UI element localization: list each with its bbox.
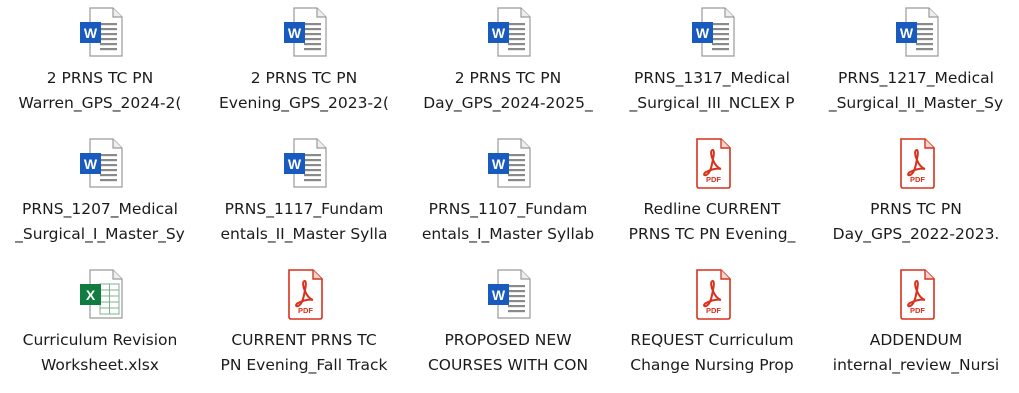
file-name-line-2: PRNS TC PN Evening_ — [628, 225, 796, 243]
svg-text:PDF: PDF — [706, 306, 721, 315]
file-name-line-1: CURRENT PRNS TC — [231, 331, 377, 349]
desktop-file-item[interactable]: W 2 PRNS TC PN Day_GPS_2024-2025_ — [408, 0, 608, 131]
svg-text:X: X — [86, 287, 96, 303]
svg-text:PDF: PDF — [910, 175, 925, 184]
file-name-line-2: Day_GPS_2024-2025_ — [423, 94, 593, 112]
pdf-document-icon: PDF — [894, 268, 940, 320]
file-name-line-2: Evening_GPS_2023-2( — [219, 94, 389, 112]
file-name-label: PRNS_1107_Fundam entals_I_Master Syllab — [408, 197, 608, 247]
file-name-line-1: 2 PRNS TC PN — [46, 69, 154, 87]
file-name-label: REQUEST Curriculum Change Nursing Prop — [612, 328, 812, 378]
file-name-line-2: COURSES WITH CON — [427, 356, 589, 374]
file-name-label: 2 PRNS TC PN Warren_GPS_2024-2( — [0, 66, 200, 116]
file-name-line-1: REQUEST Curriculum — [630, 331, 794, 349]
svg-text:PDF: PDF — [298, 306, 313, 315]
desktop-file-item[interactable]: W PRNS_1207_Medical _Surgical_I_Master_Sy — [0, 131, 200, 262]
file-name-label: PRNS TC PN Day_GPS_2022-2023. — [816, 197, 1016, 247]
pdf-document-icon: PDF — [690, 137, 736, 189]
file-name-line-2: PN Evening_Fall Track — [220, 356, 388, 374]
file-name-label: PRNS_1217_Medical _Surgical_II_Master_Sy — [816, 66, 1016, 116]
file-name-line-1: PRNS_1107_Fundam — [428, 200, 588, 218]
word-document-icon: W — [282, 137, 328, 189]
file-name-line-2: _Surgical_II_Master_Sy — [828, 94, 1004, 112]
svg-text:W: W — [84, 25, 98, 41]
pdf-document-icon: PDF — [282, 268, 328, 320]
file-name-line-1: PRNS_1217_Medical — [838, 69, 994, 87]
word-document-icon: W — [78, 6, 124, 58]
svg-text:W: W — [84, 156, 98, 172]
desktop-file-item[interactable]: PDF ADDENDUM internal_review_Nursi — [816, 262, 1016, 393]
file-name-label: PRNS_1117_Fundam entals_II_Master Sylla — [204, 197, 404, 247]
file-name-line-1: PRNS_1317_Medical — [634, 69, 790, 87]
word-document-icon: W — [486, 6, 532, 58]
file-name-label: 2 PRNS TC PN Day_GPS_2024-2025_ — [408, 66, 608, 116]
file-name-label: PRNS_1207_Medical _Surgical_I_Master_Sy — [0, 197, 200, 247]
file-name-line-1: 2 PRNS TC PN — [454, 69, 562, 87]
pdf-document-icon: PDF — [894, 137, 940, 189]
svg-text:PDF: PDF — [706, 175, 721, 184]
word-document-icon: W — [690, 6, 736, 58]
file-name-line-2: Change Nursing Prop — [630, 356, 794, 374]
desktop-file-item[interactable]: W PRNS_1117_Fundam entals_II_Master Sylla — [204, 131, 404, 262]
file-name-line-1: 2 PRNS TC PN — [250, 69, 358, 87]
file-name-line-1: Curriculum Revision — [22, 331, 178, 349]
file-name-label: Redline CURRENT PRNS TC PN Evening_ — [612, 197, 812, 247]
svg-text:W: W — [288, 25, 302, 41]
file-name-line-1: PRNS_1117_Fundam — [224, 200, 384, 218]
desktop-file-item[interactable]: PDF PRNS TC PN Day_GPS_2022-2023. — [816, 131, 1016, 262]
svg-text:W: W — [492, 287, 506, 303]
file-name-label: Curriculum Revision Worksheet.xlsx — [0, 328, 200, 378]
file-name-label: PRNS_1317_Medical _Surgical_III_NCLEX P — [612, 66, 812, 116]
svg-text:W: W — [696, 25, 710, 41]
svg-text:W: W — [900, 25, 914, 41]
desktop-file-item[interactable]: W PRNS_1317_Medical _Surgical_III_NCLEX P — [612, 0, 812, 131]
file-grid: W 2 PRNS TC PN Warren_GPS_2024-2( W 2 PRN… — [0, 0, 1019, 393]
desktop-file-item[interactable]: W PRNS_1107_Fundam entals_I_Master Syllab — [408, 131, 608, 262]
desktop-file-item[interactable]: W PRNS_1217_Medical _Surgical_II_Master_S… — [816, 0, 1016, 131]
file-name-line-1: PRNS_1207_Medical — [22, 200, 178, 218]
file-name-label: 2 PRNS TC PN Evening_GPS_2023-2( — [204, 66, 404, 116]
file-name-line-2: Day_GPS_2022-2023. — [832, 225, 1000, 243]
svg-text:PDF: PDF — [910, 306, 925, 315]
file-name-line-1: PROPOSED NEW — [444, 331, 572, 349]
file-name-line-2: entals_I_Master Syllab — [421, 225, 595, 243]
file-name-line-1: Redline CURRENT — [643, 200, 781, 218]
file-name-label: PROPOSED NEW COURSES WITH CON — [408, 328, 608, 378]
file-name-line-2: Worksheet.xlsx — [41, 356, 159, 374]
file-name-line-2: entals_II_Master Sylla — [220, 225, 388, 243]
word-document-icon: W — [78, 137, 124, 189]
file-name-line-1: ADDENDUM — [869, 331, 963, 349]
word-document-icon: W — [486, 137, 532, 189]
excel-spreadsheet-icon: X — [78, 268, 124, 320]
desktop-file-item[interactable]: PDF REQUEST Curriculum Change Nursing Pro… — [612, 262, 812, 393]
file-name-label: CURRENT PRNS TC PN Evening_Fall Track — [204, 328, 404, 378]
desktop-file-item[interactable]: W 2 PRNS TC PN Warren_GPS_2024-2( — [0, 0, 200, 131]
svg-text:W: W — [492, 25, 506, 41]
desktop-file-item[interactable]: W 2 PRNS TC PN Evening_GPS_2023-2( — [204, 0, 404, 131]
svg-text:W: W — [288, 156, 302, 172]
word-document-icon: W — [486, 268, 532, 320]
file-name-line-2: internal_review_Nursi — [832, 356, 1000, 374]
word-document-icon: W — [894, 6, 940, 58]
file-name-line-1: PRNS TC PN — [870, 200, 962, 218]
file-name-line-2: Warren_GPS_2024-2( — [18, 94, 182, 112]
desktop-file-item[interactable]: PDF CURRENT PRNS TC PN Evening_Fall Track — [204, 262, 404, 393]
desktop-file-item[interactable]: PDF Redline CURRENT PRNS TC PN Evening_ — [612, 131, 812, 262]
desktop-file-item[interactable]: W PROPOSED NEW COURSES WITH CON — [408, 262, 608, 393]
file-name-line-2: _Surgical_I_Master_Sy — [15, 225, 185, 243]
file-name-label: ADDENDUM internal_review_Nursi — [816, 328, 1016, 378]
file-name-line-2: _Surgical_III_NCLEX P — [629, 94, 795, 112]
pdf-document-icon: PDF — [690, 268, 736, 320]
word-document-icon: W — [282, 6, 328, 58]
svg-text:W: W — [492, 156, 506, 172]
desktop-file-item[interactable]: X Curriculum Revision Worksheet.xlsx — [0, 262, 200, 393]
